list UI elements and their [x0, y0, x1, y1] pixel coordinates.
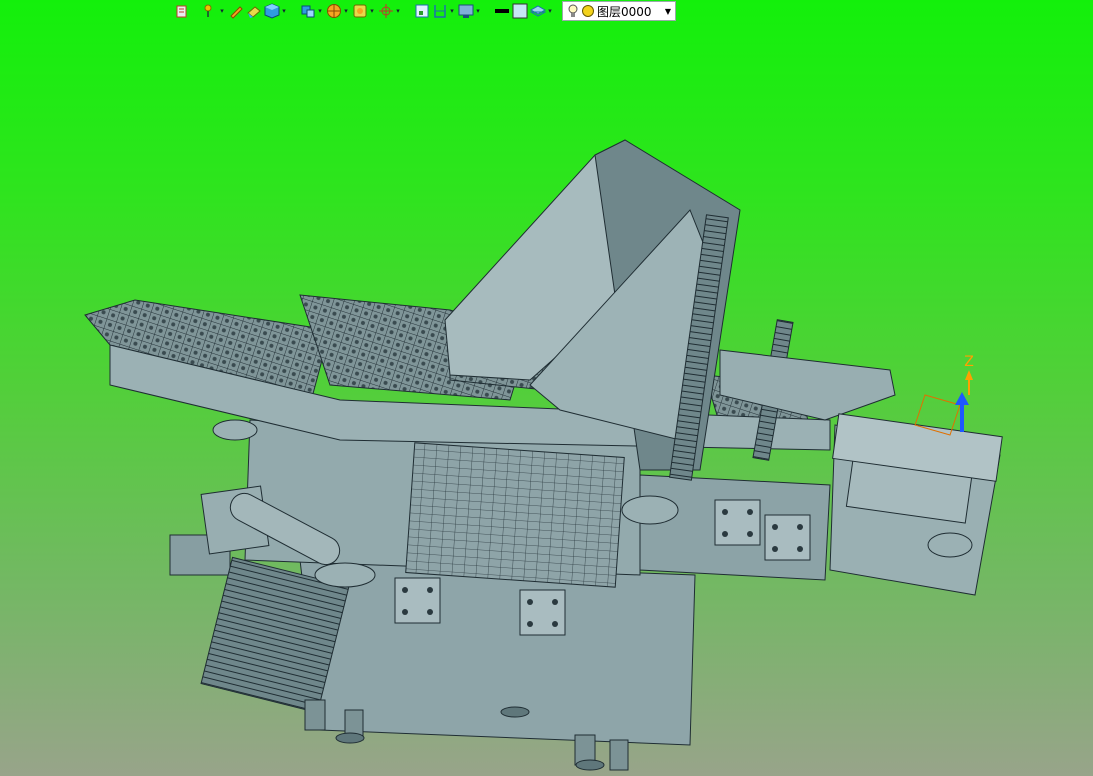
layer-status-icon — [581, 4, 595, 18]
mount-plate-4 — [764, 514, 811, 561]
roller-3 — [621, 495, 679, 525]
main-toolbar: ▾ ▾ ▾ ▾ ▾ ▾ ▾ ▾ ▾ 图层0000 ▼ — [170, 0, 770, 22]
chevron-down-icon[interactable]: ▾ — [218, 1, 226, 21]
layer-settings-button[interactable]: ▾ — [529, 1, 554, 21]
mount-plate-3 — [714, 499, 761, 546]
selection-filter-icon — [174, 3, 190, 19]
z-axis-label: Z — [964, 354, 974, 370]
render-style-button[interactable]: ▾ — [326, 1, 350, 21]
view-orient-button[interactable]: ▾ — [352, 1, 376, 21]
line-color-button[interactable] — [494, 1, 510, 21]
solid-cube-icon — [264, 3, 280, 19]
eraser-button[interactable] — [246, 1, 262, 21]
foot-2 — [575, 759, 605, 771]
layer-select[interactable]: 图层0000 ▼ — [562, 1, 676, 21]
fit-view-button[interactable] — [414, 1, 430, 21]
foot-1 — [335, 732, 365, 744]
fit-view-icon — [414, 3, 430, 19]
chevron-down-icon[interactable]: ▾ — [394, 1, 402, 21]
layer-settings-icon — [529, 3, 547, 19]
leg-4 — [609, 739, 629, 771]
chevron-down-icon[interactable]: ▾ — [448, 1, 456, 21]
chevron-down-icon[interactable]: ▾ — [368, 1, 376, 21]
section-view-icon — [432, 3, 448, 19]
mount-plate-2 — [519, 589, 566, 636]
chevron-down-icon[interactable]: ▾ — [342, 1, 350, 21]
line-color-icon — [494, 3, 510, 19]
solid-cube-button[interactable]: ▾ — [264, 1, 288, 21]
model-view[interactable]: Z — [0, 22, 1093, 776]
wcs-triad[interactable]: Z — [914, 354, 974, 436]
display-settings-button[interactable]: ▾ — [458, 1, 482, 21]
wcs-origin-button[interactable]: ▾ — [378, 1, 402, 21]
display-settings-icon — [458, 3, 474, 19]
roller-2 — [314, 562, 376, 588]
section-view-button[interactable]: ▾ — [432, 1, 456, 21]
eraser-icon — [246, 3, 262, 19]
cad-model-assembly[interactable] — [84, 139, 1003, 771]
roller-1 — [212, 419, 258, 441]
chevron-down-icon[interactable]: ▾ — [546, 1, 554, 21]
leg-1 — [304, 699, 326, 731]
view-orient-icon — [352, 3, 368, 19]
sketch-pencil-button[interactable] — [228, 1, 244, 21]
sketch-pencil-icon — [228, 3, 244, 19]
tray-stack — [405, 442, 625, 588]
foot-3 — [500, 706, 530, 718]
bulb-icon — [567, 4, 579, 18]
chevron-down-icon[interactable]: ▾ — [316, 1, 324, 21]
graphics-viewport[interactable]: Z — [0, 22, 1093, 776]
chevron-down-icon[interactable]: ▾ — [280, 1, 288, 21]
chevron-down-icon[interactable]: ▾ — [474, 1, 482, 21]
fill-color-button[interactable] — [512, 1, 528, 21]
selection-filter-button[interactable] — [174, 1, 190, 21]
show-hide-button[interactable]: ▾ — [300, 1, 324, 21]
wcs-origin-icon — [378, 3, 394, 19]
snap-point-button[interactable]: ▾ — [202, 1, 226, 21]
snap-point-icon — [202, 3, 218, 19]
mount-plate-1 — [394, 577, 441, 624]
fill-color-icon — [512, 3, 528, 19]
dropdown-caret-icon[interactable]: ▼ — [665, 7, 671, 16]
render-style-icon — [326, 3, 342, 19]
layer-select-value: 图层0000 — [597, 4, 652, 19]
roller-4 — [927, 532, 973, 558]
show-hide-icon — [300, 3, 316, 19]
